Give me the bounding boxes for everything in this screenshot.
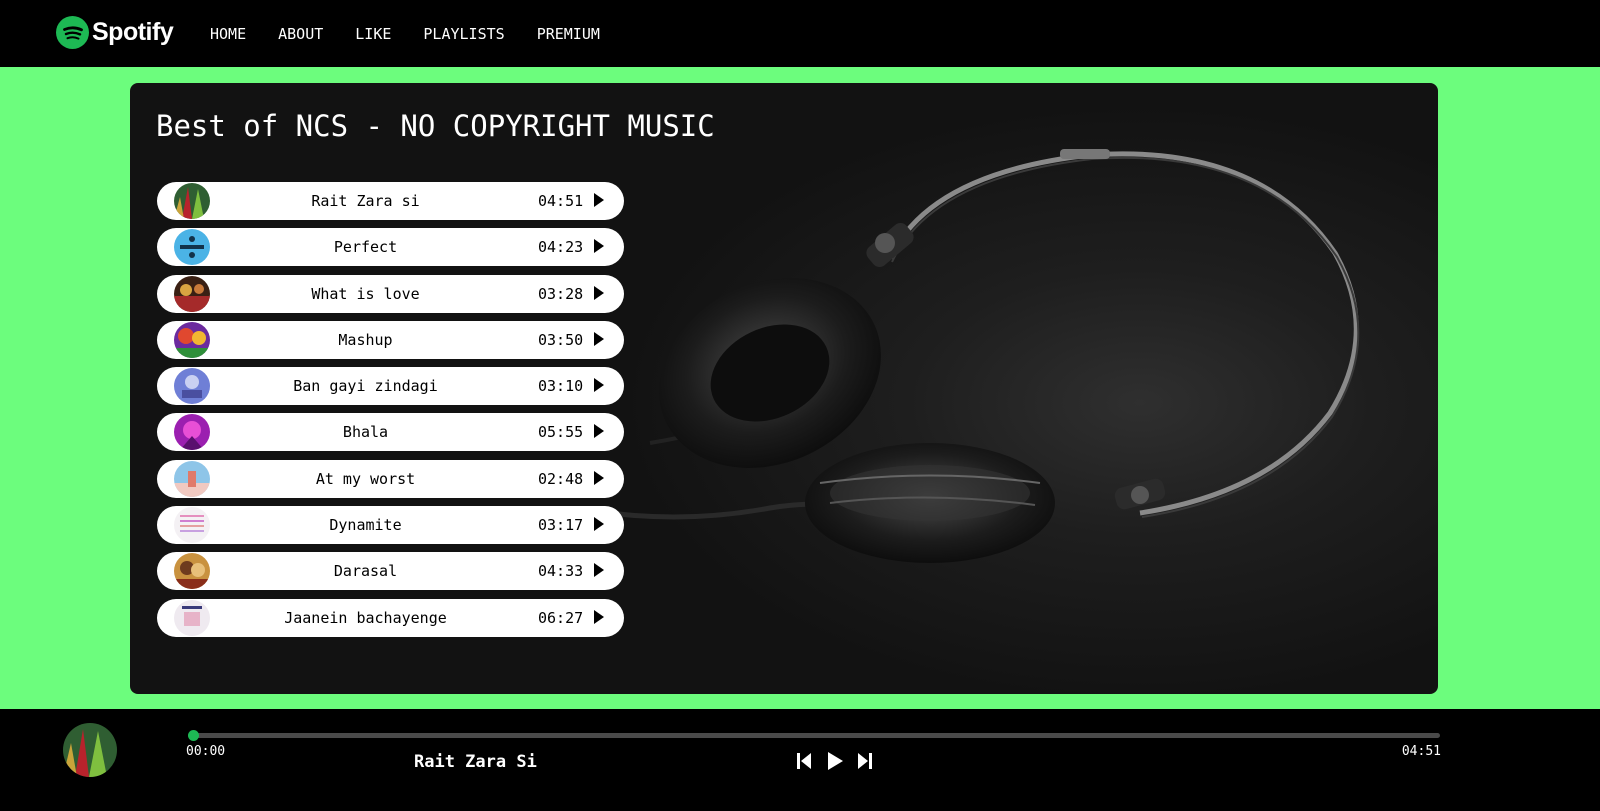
song-title: Ban gayi zindagi xyxy=(293,377,438,396)
song-title: Perfect xyxy=(333,238,398,257)
play-icon[interactable] xyxy=(593,193,605,207)
nav-premium[interactable]: PREMIUM xyxy=(537,25,600,43)
song-title: Dynamite xyxy=(329,516,402,535)
song-item[interactable]: What is love 03:28 xyxy=(157,274,624,313)
brand-name: Spotify xyxy=(92,18,174,46)
song-duration: 04:33 xyxy=(538,562,584,581)
play-icon[interactable] xyxy=(593,285,605,300)
main-stage: Best of NCS - NO COPYRIGHT MUSIC Rait Za… xyxy=(0,67,1600,709)
total-time: 04:51 xyxy=(1401,744,1441,759)
progress-bar[interactable] xyxy=(188,730,1440,741)
song-item[interactable]: Jaanein bachayenge 06:27 xyxy=(157,598,624,637)
nav-playlists[interactable]: PLAYLISTS xyxy=(423,25,504,43)
play-icon[interactable] xyxy=(593,331,605,346)
song-title: Jaanein bachayenge xyxy=(284,608,447,627)
now-playing-title: Rait Zara Si xyxy=(414,752,537,772)
playlist-title: Best of NCS - NO COPYRIGHT MUSIC xyxy=(156,109,715,143)
album-cover xyxy=(174,507,210,544)
next-icon[interactable] xyxy=(857,752,873,770)
playback-controls xyxy=(796,751,873,771)
album-cover xyxy=(174,460,210,497)
album-cover xyxy=(174,553,210,590)
album-cover xyxy=(174,229,210,266)
spotify-icon xyxy=(56,16,89,49)
song-item[interactable]: Bhala 05:55 xyxy=(157,413,624,452)
play-icon[interactable] xyxy=(593,470,605,485)
song-duration: 05:55 xyxy=(538,423,584,442)
player-bar: 00:00 04:51 Rait Zara Si xyxy=(0,709,1600,811)
nav-about[interactable]: ABOUT xyxy=(278,25,323,43)
song-title: Darasal xyxy=(333,562,398,581)
song-title: Mashup xyxy=(338,330,393,349)
play-icon[interactable] xyxy=(826,751,844,771)
play-icon[interactable] xyxy=(593,424,605,439)
song-item[interactable]: At my worst 02:48 xyxy=(157,459,624,498)
play-icon[interactable] xyxy=(593,517,605,532)
main-menu: HOME ABOUT LIKE PLAYLISTS PREMIUM xyxy=(210,0,632,67)
song-duration: 06:27 xyxy=(538,608,584,627)
top-nav: Spotify HOME ABOUT LIKE PLAYLISTS PREMIU… xyxy=(0,0,1600,67)
song-duration: 03:50 xyxy=(538,330,584,349)
album-cover xyxy=(174,321,210,358)
current-time: 00:00 xyxy=(186,744,226,759)
song-list: Rait Zara si 04:51 Perfect 04:23 What is… xyxy=(157,182,624,645)
song-item[interactable]: Darasal 04:33 xyxy=(157,552,624,591)
spotify-logo[interactable]: Spotify xyxy=(56,16,174,49)
song-duration: 03:17 xyxy=(538,516,584,535)
album-cover xyxy=(174,183,210,219)
song-title: What is love xyxy=(311,284,420,303)
song-title: At my worst xyxy=(315,469,416,488)
now-playing-cover xyxy=(63,723,117,777)
song-duration: 03:28 xyxy=(538,284,584,303)
song-title: Rait Zara si xyxy=(311,192,420,210)
album-cover xyxy=(174,368,210,405)
song-item[interactable]: Perfect 04:23 xyxy=(157,228,624,267)
album-cover xyxy=(174,275,210,312)
nav-like[interactable]: LIKE xyxy=(355,25,391,43)
playlist-container: Best of NCS - NO COPYRIGHT MUSIC Rait Za… xyxy=(130,83,1438,694)
song-duration: 03:10 xyxy=(538,377,584,396)
progress-handle[interactable] xyxy=(188,730,199,741)
play-icon[interactable] xyxy=(593,239,605,254)
play-icon[interactable] xyxy=(593,609,605,624)
song-title: Bhala xyxy=(342,423,389,442)
song-duration: 04:51 xyxy=(538,192,584,210)
nav-home[interactable]: HOME xyxy=(210,25,246,43)
song-item[interactable]: Dynamite 03:17 xyxy=(157,506,624,545)
song-item[interactable]: Ban gayi zindagi 03:10 xyxy=(157,367,624,406)
song-duration: 02:48 xyxy=(538,469,584,488)
song-item[interactable]: Mashup 03:50 xyxy=(157,320,624,359)
album-cover xyxy=(174,414,210,451)
play-icon[interactable] xyxy=(593,378,605,393)
previous-icon[interactable] xyxy=(796,752,812,770)
play-icon[interactable] xyxy=(593,563,605,578)
song-item[interactable]: Rait Zara si 04:51 xyxy=(157,182,624,220)
album-cover xyxy=(174,599,210,636)
song-duration: 04:23 xyxy=(538,238,584,257)
